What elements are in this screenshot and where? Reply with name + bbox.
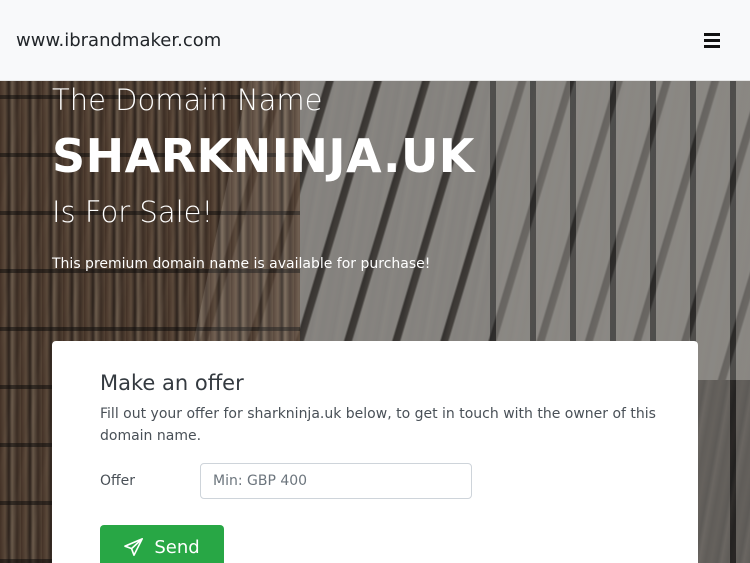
domain-name-heading: SHARKNINJA.UK xyxy=(52,129,475,183)
offer-input[interactable] xyxy=(200,463,472,499)
send-button-label: Send xyxy=(154,536,200,558)
paper-plane-icon xyxy=(124,538,144,556)
navbar: www.ibrandmaker.com xyxy=(0,0,750,81)
offer-card: Make an offer Fill out your offer for sh… xyxy=(52,341,698,563)
hero-text: The Domain Name SHARKNINJA.UK Is For Sal… xyxy=(52,82,475,272)
menu-bar xyxy=(704,44,720,48)
offer-label: Offer xyxy=(100,473,136,489)
menu-bar xyxy=(704,38,720,42)
hero-subtitle-top: The Domain Name xyxy=(52,83,323,117)
hamburger-menu-icon[interactable] xyxy=(698,26,726,54)
offer-title: Make an offer xyxy=(100,371,244,395)
brand-link[interactable]: www.ibrandmaker.com xyxy=(16,30,221,51)
offer-form-row: Offer xyxy=(100,463,650,499)
send-button[interactable]: Send xyxy=(100,525,224,563)
hero-tagline: This premium domain name is available fo… xyxy=(52,256,431,272)
menu-bar xyxy=(704,32,720,36)
hero-subtitle-bottom: Is For Sale! xyxy=(52,195,214,229)
offer-description: Fill out your offer for sharkninja.uk be… xyxy=(100,406,656,444)
